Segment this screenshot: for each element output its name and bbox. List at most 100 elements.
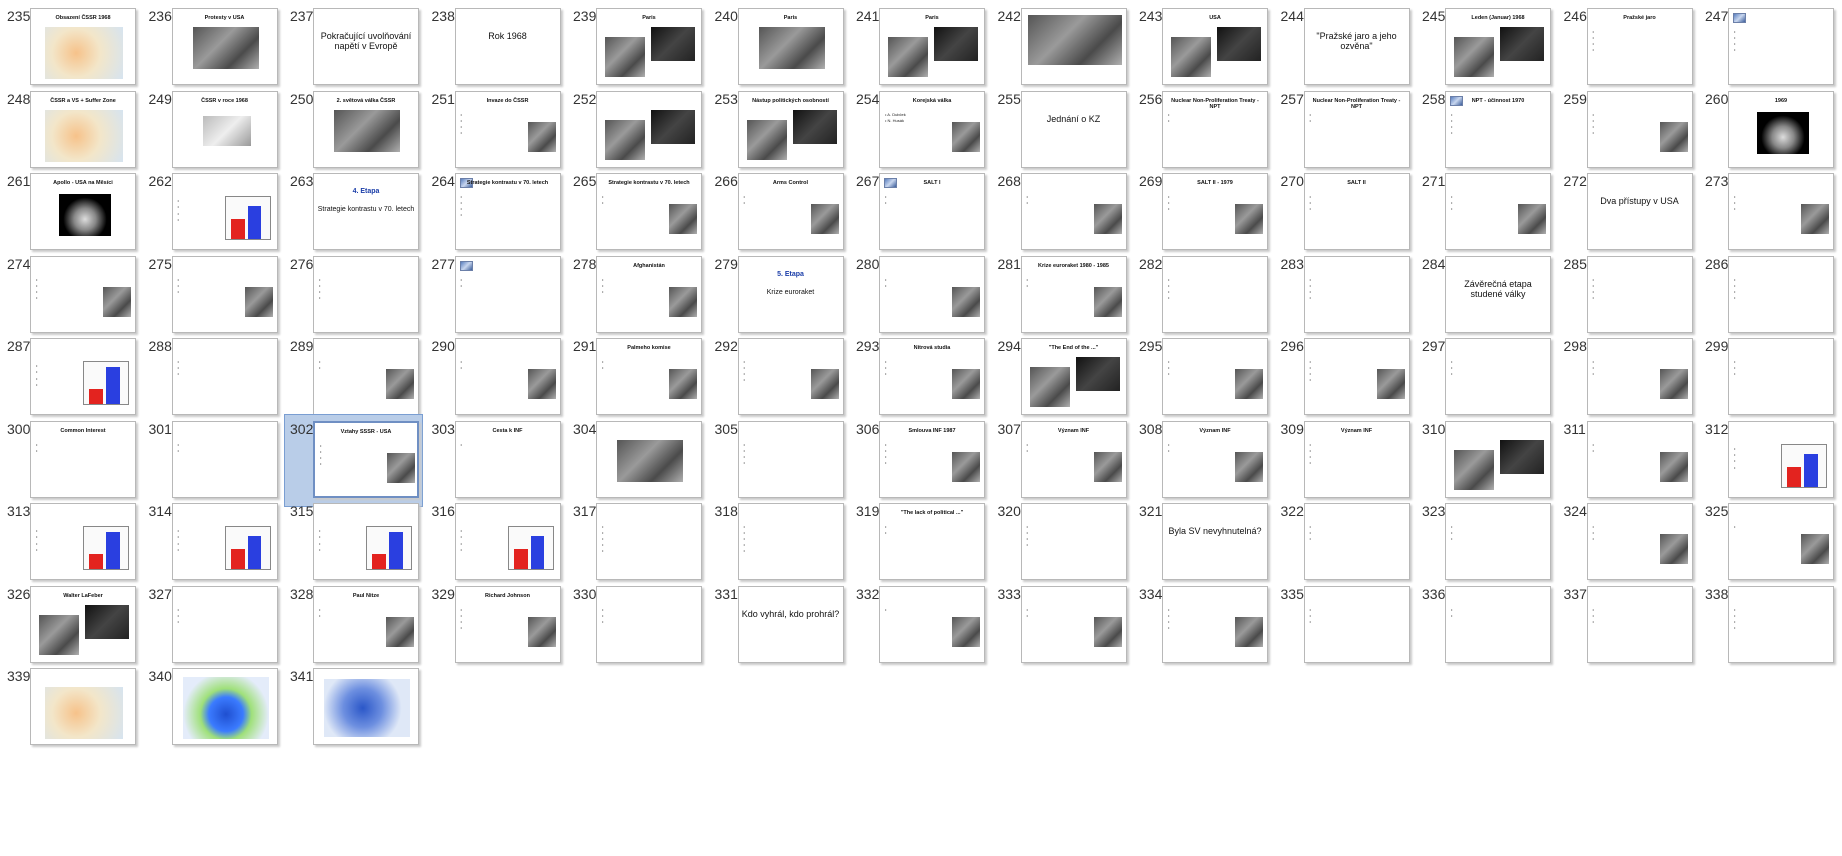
slide-thumbnail[interactable] [737,338,844,415]
slide-thumbnail[interactable] [1728,255,1834,333]
slide-thumbnail[interactable]: Krize euroraket 1980 - 1985 [1020,255,1127,333]
slide-thumbnail[interactable] [1586,585,1693,663]
slide-thumbnail[interactable] [1728,338,1834,415]
slide-thumbnail[interactable]: Vztahy SSSR - USA [313,420,419,498]
slide-thumbnail[interactable]: "Pražské jaro a jeho ozvěna" [1303,8,1410,85]
slide-thumbnail[interactable] [1586,255,1693,333]
slide-thumbnail[interactable]: Paris [879,8,985,85]
slide-thumbnail[interactable] [596,585,702,663]
slide-thumbnail[interactable]: Paris [596,8,702,85]
slide-thumbnail[interactable] [313,503,419,580]
slide-thumbnail[interactable] [1020,585,1127,663]
slide-thumbnail-cell[interactable]: 330 [566,578,707,674]
slide-thumbnail[interactable]: Smlouva INF 1987 [879,420,985,498]
slide-thumbnail-cell[interactable]: 334 [1132,578,1273,674]
slide-thumbnail[interactable]: SALT I [879,173,985,250]
slide-thumbnail[interactable] [1303,503,1410,580]
slide-thumbnail[interactable]: Dva přístupy v USA [1586,173,1693,250]
slide-thumbnail[interactable] [879,585,985,663]
slide-thumbnail[interactable]: Jednání o KZ [1020,90,1127,168]
slide-thumbnail[interactable] [171,173,278,250]
slide-thumbnail[interactable]: "The End of the ..." [1020,338,1127,415]
slide-thumbnail[interactable] [30,255,136,333]
slide-thumbnail[interactable]: ČSSR a VS + Suffer Zone [30,90,136,168]
slide-thumbnail[interactable] [1586,503,1693,580]
slide-thumbnail[interactable]: Význam INF [1020,420,1127,498]
slide-thumbnail[interactable]: Invaze do ČSSR [454,90,561,168]
slide-thumbnail[interactable]: Krize euroraket 5. Etapa [737,255,844,333]
slide-thumbnail[interactable]: SALT II [1303,173,1410,250]
slide-thumbnail-cell[interactable]: 336 [1415,578,1556,674]
slide-thumbnail[interactable] [171,338,278,415]
slide-thumbnail[interactable] [1020,8,1127,85]
slide-thumbnail[interactable] [1586,420,1693,498]
slide-thumbnail[interactable]: Common Interest [30,420,136,498]
slide-thumbnail[interactable] [454,338,561,415]
slide-thumbnail[interactable] [30,338,136,415]
slide-thumbnail[interactable]: Protesty v USA [171,8,278,85]
slide-thumbnail[interactable]: Apollo - USA na Měsíci [30,173,136,250]
slide-thumbnail[interactable]: Rok 1968 [454,8,561,85]
slide-thumbnail[interactable]: Walter LaFeber [30,585,136,663]
slide-thumbnail[interactable] [1728,8,1834,85]
slide-thumbnail[interactable]: Obsazení ČSSR 1968 [30,8,136,85]
slide-thumbnail[interactable] [1162,338,1268,415]
slide-thumbnail[interactable] [30,503,136,580]
slide-thumbnail-cell[interactable]: 332 [849,578,990,674]
slide-thumbnail-cell[interactable]: 337 [1557,578,1698,674]
slide-thumbnail[interactable]: 2. světová válka ČSSR [313,90,419,168]
slide-thumbnail[interactable] [1303,585,1410,663]
slide-thumbnail-cell[interactable]: 341 [283,660,424,756]
slide-thumbnail[interactable]: Kdo vyhrál, kdo prohrál? [737,585,844,663]
slide-thumbnail[interactable] [454,255,561,333]
slide-thumbnail[interactable] [1162,255,1268,333]
slide-thumbnail[interactable] [1586,338,1693,415]
slide-thumbnail[interactable] [596,420,702,498]
slide-thumbnail[interactable] [1162,585,1268,663]
slide-thumbnail[interactable] [1303,338,1410,415]
slide-thumbnail[interactable] [1445,503,1551,580]
slide-thumbnail[interactable] [1728,585,1834,663]
slide-thumbnail[interactable]: Palmeho komise [596,338,702,415]
slide-thumbnail[interactable]: ČSSR v roce 1968 [171,90,278,168]
slide-thumbnail-cell[interactable]: 340 [142,660,283,756]
slide-thumbnail[interactable]: NPT - účinnost 1970 [1445,90,1551,168]
slide-thumbnail[interactable] [313,255,419,333]
slide-thumbnail[interactable]: USA [1162,8,1268,85]
slide-thumbnail[interactable]: Strategie kontrastu v 70. letech 4. Etapa [313,173,419,250]
slide-thumbnail-cell[interactable]: 333 [991,578,1132,674]
slide-thumbnail[interactable] [171,585,278,663]
slide-thumbnail[interactable] [1728,503,1834,580]
slide-thumbnail-cell[interactable]: 329 Richard Johnson [425,578,566,674]
slide-thumbnail[interactable] [171,255,278,333]
slide-thumbnail[interactable] [737,420,844,498]
slide-thumbnail-cell[interactable]: 338 [1698,578,1839,674]
slide-thumbnail[interactable] [171,420,278,498]
slide-thumbnail-cell[interactable]: 331 Kdo vyhrál, kdo prohrál? [708,578,849,674]
slide-thumbnail[interactable]: Paul Nitze [313,585,419,663]
slide-thumbnail[interactable] [1728,173,1834,250]
slide-thumbnail[interactable] [313,338,419,415]
slide-thumbnail[interactable] [1303,255,1410,333]
slide-thumbnail[interactable] [1586,90,1693,168]
slide-thumbnail[interactable]: Strategie kontrastu v 70. letech [454,173,561,250]
slide-thumbnail[interactable]: Nástup politických osobností [737,90,844,168]
slide-thumbnail[interactable] [171,668,278,745]
slide-thumbnail[interactable]: Korejská válka A. DubčekN. Husák [879,90,985,168]
slide-thumbnail[interactable]: Význam INF [1162,420,1268,498]
slide-thumbnail[interactable]: Richard Johnson [454,585,561,663]
slide-thumbnail[interactable] [879,255,985,333]
slide-thumbnail[interactable] [30,668,136,745]
slide-thumbnail[interactable]: Závěrečná etapa studené války [1445,255,1551,333]
slide-thumbnail[interactable] [1445,420,1551,498]
slide-thumbnail[interactable] [1445,585,1551,663]
slide-thumbnail[interactable]: Nuclear Non-Proliferation Treaty - NPT [1303,90,1410,168]
slide-thumbnail-cell[interactable]: 339 [0,660,141,756]
slide-thumbnail[interactable]: Paris [737,8,844,85]
slide-thumbnail[interactable] [1020,503,1127,580]
slide-thumbnail[interactable] [596,90,702,168]
slide-thumbnail[interactable]: Afghanistán [596,255,702,333]
slide-thumbnail[interactable] [1445,338,1551,415]
slide-thumbnail[interactable] [1445,173,1551,250]
slide-thumbnail[interactable]: Pražské jaro [1586,8,1693,85]
